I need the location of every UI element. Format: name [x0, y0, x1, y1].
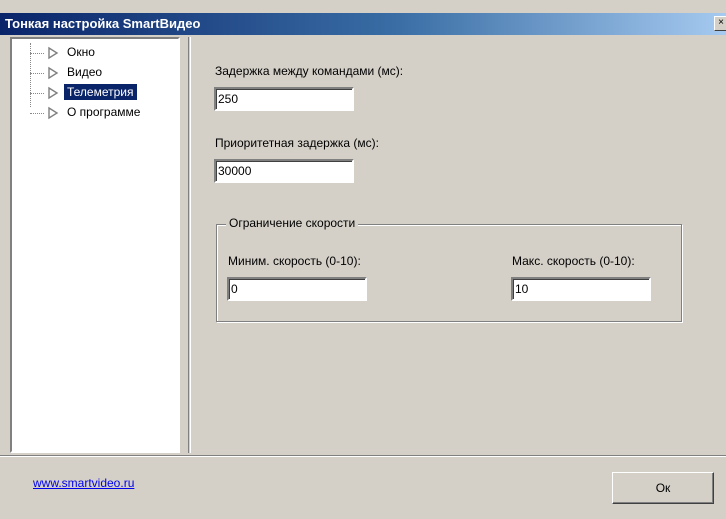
tree-item-label: Окно: [67, 45, 95, 59]
tree-branch-line: [30, 73, 44, 74]
speed-limit-group-title: Ограничение скорости: [226, 216, 359, 230]
tree-item-telemetry[interactable]: Телеметрия: [12, 83, 180, 103]
triangle-right-icon: [48, 46, 59, 60]
min-speed-label: Миним. скорость (0-10):: [228, 254, 361, 268]
min-speed-input[interactable]: [227, 277, 367, 301]
panel-divider: [188, 37, 191, 453]
triangle-right-icon: [48, 86, 59, 100]
tree-item-okno[interactable]: Окно: [12, 43, 180, 63]
triangle-right-icon: [48, 66, 59, 80]
settings-dialog: Тонкая настройка SmartВидео × Окно Видео…: [0, 0, 726, 519]
footer-divider: [0, 455, 726, 457]
website-link[interactable]: www.smartvideo.ru: [33, 476, 134, 490]
tree-branch-line: [30, 93, 44, 94]
tree-item-label: Видео: [67, 65, 103, 79]
title-bar[interactable]: Тонкая настройка SmartВидео ×: [0, 13, 726, 35]
tree-item-about[interactable]: О программе: [12, 103, 180, 123]
max-speed-input[interactable]: [511, 277, 651, 301]
command-delay-input[interactable]: [214, 87, 354, 111]
speed-limit-groupbox: [216, 224, 682, 322]
ok-button[interactable]: Ок: [612, 472, 714, 504]
settings-tree: Окно Видео Телеметрия О программе: [10, 37, 180, 453]
command-delay-label: Задержка между командами (мс):: [215, 64, 404, 78]
tree-item-video[interactable]: Видео: [12, 63, 180, 83]
priority-delay-input[interactable]: [214, 159, 354, 183]
tree-branch-line: [30, 53, 44, 54]
tree-item-label: О программе: [67, 105, 141, 119]
close-button[interactable]: ×: [714, 16, 726, 31]
tree-branch-line: [30, 113, 44, 114]
window-title: Тонкая настройка SmartВидео: [5, 16, 201, 31]
max-speed-label: Макс. скорость (0-10):: [512, 254, 635, 268]
priority-delay-label: Приоритетная задержка (мс):: [215, 136, 379, 150]
triangle-right-icon: [48, 106, 59, 120]
tree-item-label: Телеметрия: [64, 84, 137, 100]
